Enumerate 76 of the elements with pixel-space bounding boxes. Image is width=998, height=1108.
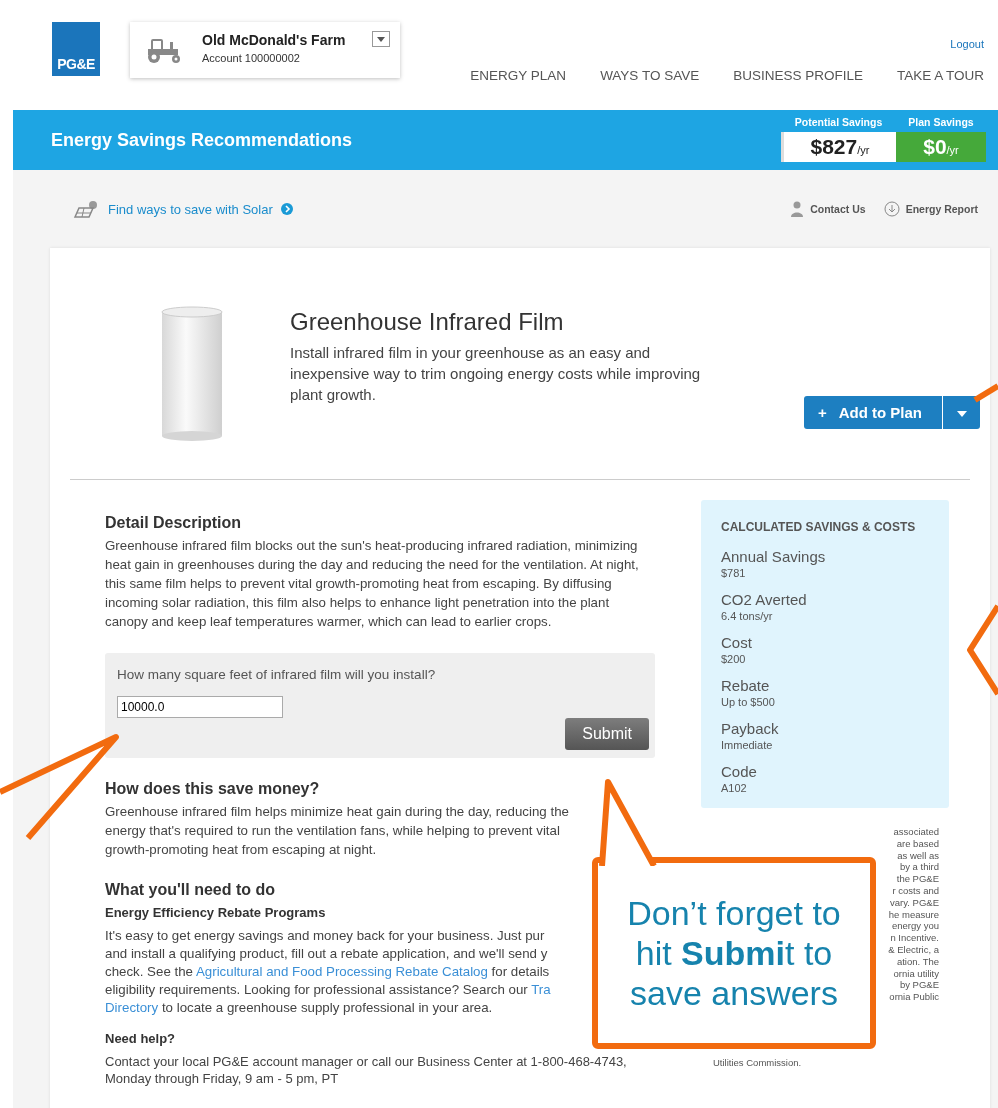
metric-value: A102	[721, 782, 748, 794]
metric-value: $781	[721, 567, 747, 579]
account-number: Account 100000002	[202, 52, 301, 64]
nav-link[interactable]: WAYS TO SAVE	[600, 68, 700, 83]
disclaimer-fragment: Utilities Commission.	[713, 1056, 802, 1068]
savings-label: Potential Savings	[794, 116, 883, 128]
metric-label: Code	[721, 763, 758, 780]
question-label: How many square feet of infrared film will you install?	[117, 667, 436, 682]
nav-link[interactable]: BUSINESS PROFILE	[733, 68, 863, 83]
metric-value: 6.4 tons/yr	[721, 610, 774, 622]
metric-label: CO2 Averted	[721, 591, 808, 608]
disclaimer-fragment: are based	[896, 837, 939, 850]
disclaimer-fragment: n Incentive.	[890, 932, 939, 944]
text-link[interactable]: Agricultural and Food Processing Rebate Catalog	[195, 964, 488, 979]
text-link[interactable]: Tra	[531, 982, 551, 997]
subheading: Need help?	[105, 1031, 177, 1046]
disclaimer-fragment: by PG&E	[899, 979, 939, 992]
metric-label: Payback	[721, 720, 780, 737]
solar-link[interactable]: Find ways to save with Solar	[108, 201, 273, 217]
paragraph-text: and install a qualifying product, fill out a rebate application, and we'll send y	[105, 946, 548, 961]
product-title: Greenhouse Infrared Film	[290, 308, 565, 336]
disclaimer-fragment: energy you	[892, 920, 939, 933]
disclaimer-fragment: the PG&E	[896, 873, 939, 885]
dropdown-button[interactable]	[942, 396, 980, 429]
metric-value: Up to $500	[721, 696, 776, 708]
savings-amount: $0/yr	[896, 132, 986, 162]
paragraph-text: for details	[490, 964, 550, 979]
metric-value: $200	[721, 653, 747, 665]
page-title: Energy Savings Recommendations	[51, 129, 353, 151]
panel-title: CALCULATED SAVINGS & COSTS	[721, 520, 917, 534]
metric-label: Cost	[721, 634, 753, 651]
savings-label: Plan Savings	[908, 116, 974, 128]
account-name: Old McDonald's Farm	[202, 32, 347, 48]
toolbar-link[interactable]: Contact Us	[810, 203, 866, 215]
solar-panel-icon	[72, 199, 100, 219]
disclaimer-fragment: & Electric, a	[888, 943, 939, 956]
paragraph-text: check. See the	[105, 964, 194, 979]
paragraph-text: eligibility requirements. Looking for professional assistance? Search our	[105, 982, 529, 997]
submit-button[interactable]: Submit	[565, 718, 649, 750]
disclaimer-fragment: ornia Public	[889, 991, 939, 1003]
section-heading: What you'll need to do	[105, 881, 276, 899]
callout-text: Don’t forget to hit Submit to save answers	[626, 893, 842, 1013]
help-paragraph: Contact your local PG&E account manager or call our Business Center at 1-800-468-4743, Monday through Friday, 9 am - 5 pm, PT	[105, 1053, 628, 1087]
toolbar-link[interactable]: Energy Report	[905, 203, 978, 215]
company-logo[interactable]: PG&E	[52, 22, 100, 76]
disclaimer-fragment: associated	[893, 826, 939, 838]
disclaimer-fragment: as well as	[897, 849, 939, 862]
savings-paragraph: Greenhouse infrared film helps minimize heat gain during the day, reducing the energy that's required to run the ventilation fans, while helping to prevent vital growth-promoting heat from escaping at night.	[105, 803, 570, 859]
metric-value: Immediate	[721, 739, 774, 751]
paragraph-text: to locate a greenhouse supply professional in your area.	[160, 1000, 493, 1015]
disclaimer-fragment: vary. PG&E	[890, 896, 939, 909]
text-link[interactable]: Directory	[105, 1000, 159, 1015]
logout-link[interactable]: Logout	[950, 38, 984, 50]
disclaimer-fragment: ation. The	[896, 955, 939, 968]
disclaimer-fragment: r costs and	[892, 885, 939, 897]
section-heading: How does this save money?	[105, 780, 321, 798]
product-description: Install infrared film in your greenhouse as an easy and inexpensive way to trim ongoing energy costs while improving plant growth.	[290, 343, 702, 405]
download-icon	[883, 201, 900, 217]
account-selector[interactable]: Old McDonald's Farm Account 100000002	[130, 22, 400, 78]
nav-link[interactable]: ENERGY PLAN	[470, 68, 567, 83]
disclaimer-fragment: by a third	[899, 861, 939, 874]
disclaimer-fragment: he measure	[888, 908, 939, 921]
caret-icon	[956, 411, 967, 417]
disclaimer-fragment: ornia utility	[893, 967, 939, 980]
arrow-circle-icon[interactable]	[280, 203, 293, 215]
detail-paragraph: Greenhouse infrared film blocks out the sun's heat-producing infrared radiation, minimizing heat gain in greenhouses during the day and reducing the need for the ventilation. At night, this same film helps to prevent vital growth-promoting heat from escaping. By diffusing incoming solar radiation, this film also helps to enhance light penetration into the plant canopy and keep leaf temperatures warmer, which can lead to earlier crops.	[105, 537, 640, 631]
metric-label: Rebate	[721, 677, 771, 694]
savings-amount: $827/yr	[781, 132, 896, 162]
nav-link[interactable]: TAKE A TOUR	[896, 68, 984, 83]
add-to-plan-button[interactable]: + Add to Plan	[803, 396, 942, 429]
metric-label: Annual Savings	[721, 548, 827, 565]
section-heading: Detail Description	[105, 514, 243, 532]
person-icon	[790, 201, 805, 217]
square-feet-input[interactable]: 10000.0	[117, 696, 283, 718]
dropdown-icon[interactable]	[372, 31, 390, 47]
paragraph-text: It's easy to get energy savings and money back for your business. Just pur	[105, 928, 545, 943]
